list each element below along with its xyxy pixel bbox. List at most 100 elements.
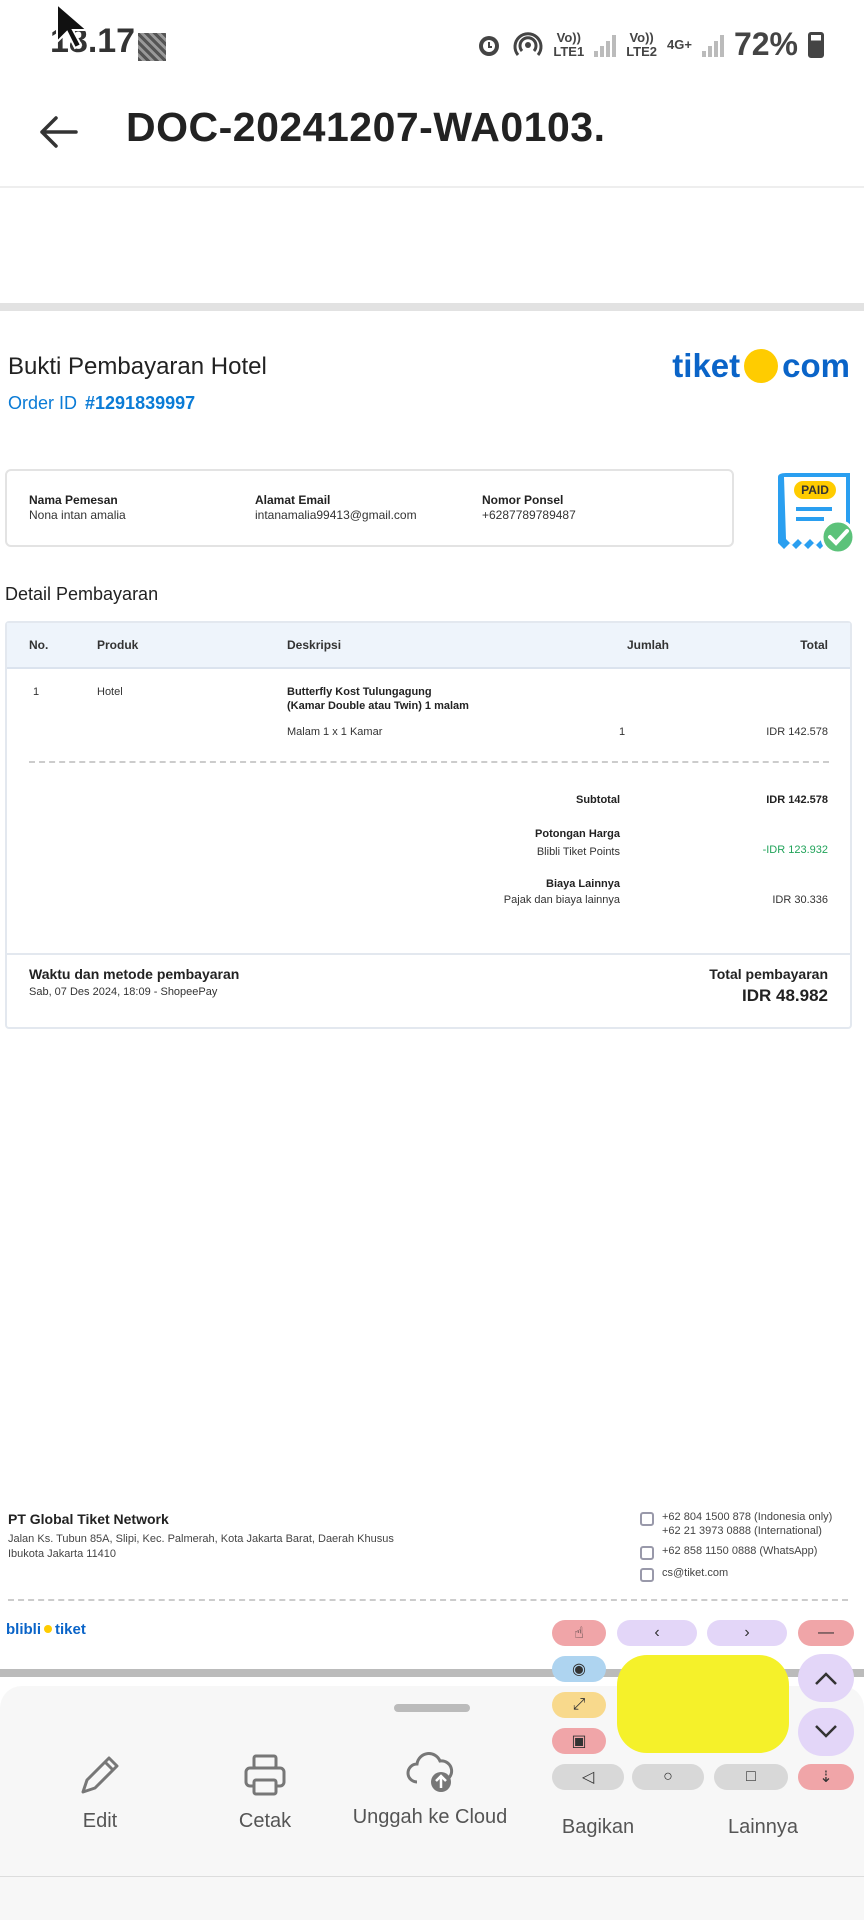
scroll-left-icon[interactable]: ‹ xyxy=(617,1620,697,1646)
order-id-line: Order ID #1291839997 xyxy=(8,393,195,414)
resize-icon[interactable]: ⤢ xyxy=(552,1692,606,1718)
battery-icon xyxy=(808,31,824,58)
scroll-down-icon[interactable] xyxy=(798,1708,854,1756)
email-value: intanamalia99413@gmail.com xyxy=(255,508,417,522)
customer-info-box: Nama Pemesan Nona intan amalia Alamat Em… xyxy=(5,469,734,547)
other-fees-label: Biaya Lainnya xyxy=(546,878,620,890)
email: cs@tiket.com xyxy=(662,1567,729,1579)
row-no: 1 xyxy=(33,686,40,698)
tiket-text: tiket xyxy=(55,1621,86,1638)
phone2: +62 21 3973 0888 (International) xyxy=(662,1525,822,1537)
nav-recents-icon[interactable]: □ xyxy=(714,1764,788,1790)
dashed-divider xyxy=(29,761,829,763)
upload-label: Unggah ke Cloud xyxy=(352,1806,508,1828)
print-button[interactable]: Cetak xyxy=(195,1752,335,1833)
contact-whatsapp: +62 858 1150 0888 (WhatsApp) xyxy=(640,1544,832,1560)
whatsapp-icon xyxy=(640,1546,654,1560)
phone-label: Nomor Ponsel xyxy=(482,493,564,507)
edit-button[interactable]: Edit xyxy=(30,1752,170,1833)
yellow-highlight-overlay xyxy=(617,1655,789,1753)
app-bar: DOC-20241207-WA0103. xyxy=(0,92,864,188)
phone-value: +6287789789487 xyxy=(482,508,576,522)
logo-dot xyxy=(44,1625,52,1633)
upload-cloud-button[interactable]: Unggah ke Cloud xyxy=(345,1748,515,1829)
paid-text: PAID xyxy=(801,483,829,497)
touch-icon[interactable]: ☝ xyxy=(552,1620,606,1646)
name-value: Nona intan amalia xyxy=(29,508,126,522)
blibli-tiket-logo: blibli tiket xyxy=(6,1621,86,1638)
pencil-icon xyxy=(81,1756,119,1794)
col-description: Deskripsi xyxy=(287,638,342,652)
printer-icon xyxy=(244,1754,286,1796)
notification-icon xyxy=(138,33,166,61)
col-total: Total xyxy=(800,638,828,652)
footer-address: Jalan Ks. Tubun 85A, Slipi, Kec. Palmera… xyxy=(8,1533,394,1560)
status-icons: Vo)) LTE1 Vo)) LTE2 4G+ 72% xyxy=(475,26,824,63)
brand-dot xyxy=(744,349,779,383)
row-desc-line1: Butterfly Kost Tulungagung xyxy=(287,686,432,698)
subtotal-label: Subtotal xyxy=(576,794,620,806)
scroll-up-icon[interactable] xyxy=(798,1654,854,1702)
col-qty: Jumlah xyxy=(627,638,670,652)
payment-method-label: Waktu dan metode pembayaran xyxy=(29,966,240,982)
discount-label: Potongan Harga xyxy=(535,828,620,840)
sort-icon[interactable]: ⇣ xyxy=(798,1764,854,1790)
blibli-text: blibli xyxy=(6,1621,41,1638)
email-label: Alamat Email xyxy=(255,493,331,507)
paid-stamp-icon: PAID xyxy=(778,473,856,555)
print-label: Cetak xyxy=(238,1810,292,1832)
col-no: No. xyxy=(29,638,49,652)
document-page[interactable]: Bukti Pembayaran Hotel Order ID #12918399… xyxy=(0,311,864,1671)
cloud-upload-icon xyxy=(406,1752,454,1792)
screenshot-icon[interactable]: ▣ xyxy=(552,1728,606,1754)
footer-divider xyxy=(8,1599,848,1601)
share-button[interactable]: Bagikan xyxy=(528,1782,668,1839)
minimize-icon[interactable]: — xyxy=(798,1620,854,1646)
customer-phone: Nomor Ponsel +6287789789487 xyxy=(482,493,576,523)
status-bar: 18.17 Vo)) LTE1 Vo)) LTE2 4G+ 72% xyxy=(0,0,864,92)
edit-label: Edit xyxy=(82,1810,118,1832)
nav-home-icon[interactable]: ○ xyxy=(632,1764,704,1790)
share-label: Bagikan xyxy=(561,1816,635,1838)
row-qty: 1 xyxy=(619,726,626,738)
signal-bars-1 xyxy=(594,33,617,57)
mail-icon xyxy=(640,1568,654,1582)
more-label: Lainnya xyxy=(727,1816,799,1838)
more-button[interactable]: Lainnya xyxy=(693,1782,833,1839)
signal-bars-2 xyxy=(701,33,724,57)
brand-right: com xyxy=(782,347,850,384)
payment-summary-row: Waktu dan metode pembayaran Sab, 07 Des … xyxy=(7,953,850,1029)
contact-email: cs@tiket.com xyxy=(640,1566,832,1582)
phone-icon xyxy=(640,1512,654,1526)
scroll-right-icon[interactable]: › xyxy=(707,1620,787,1646)
receipt-heading: Bukti Pembayaran Hotel xyxy=(8,353,267,380)
back-arrow-icon[interactable] xyxy=(36,110,80,154)
sim2-label: Vo)) LTE2 xyxy=(626,29,658,59)
network-type: 4G+ xyxy=(667,36,692,52)
name-label: Nama Pemesan xyxy=(29,493,118,507)
sheet-handle[interactable] xyxy=(394,1704,470,1712)
document-title: DOC-20241207-WA0103. xyxy=(126,104,606,150)
sim1-label: Vo)) LTE1 xyxy=(553,29,585,59)
col-product: Produk xyxy=(97,638,139,652)
order-id-label: Order ID xyxy=(8,393,78,413)
record-icon[interactable]: ◉ xyxy=(552,1656,606,1682)
total-payment-label: Total pembayaran xyxy=(709,966,828,982)
page-separator xyxy=(0,303,864,311)
discount-value: -IDR 123.932 xyxy=(762,844,828,856)
battery-percent: 72% xyxy=(733,26,798,62)
payment-method-detail: Sab, 07 Des 2024, 18:09 - ShopeePay xyxy=(29,986,218,998)
row-product: Hotel xyxy=(97,686,123,698)
table-header: No. Produk Deskripsi Jumlah Total xyxy=(7,623,850,669)
other-fees-sub: Pajak dan biaya lainnya xyxy=(503,894,620,906)
hotspot-icon xyxy=(513,31,543,56)
alarm-icon xyxy=(479,35,500,56)
whatsapp: +62 858 1150 0888 (WhatsApp) xyxy=(662,1545,818,1557)
payment-table: No. Produk Deskripsi Jumlah Total 1 Hote… xyxy=(5,621,852,1029)
nav-back-icon[interactable]: ◁ xyxy=(552,1764,624,1790)
payment-detail-heading: Detail Pembayaran xyxy=(5,584,159,604)
order-id-value: #1291839997 xyxy=(85,393,196,413)
tiket-logo: tiket com xyxy=(672,347,850,385)
row-desc-line2: (Kamar Double atau Twin) 1 malam xyxy=(287,700,469,712)
mouse-cursor-icon xyxy=(56,2,90,50)
